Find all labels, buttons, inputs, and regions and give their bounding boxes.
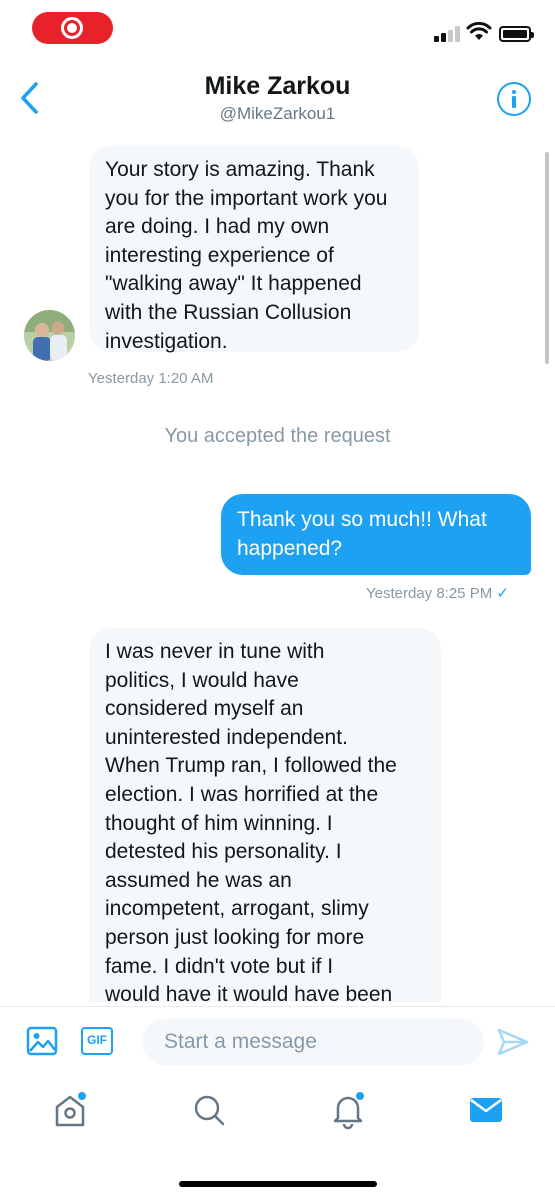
incoming-message-bubble[interactable]: I was never in tune with politics, I wou… xyxy=(89,628,441,1002)
message-composer: GIF xyxy=(0,1006,555,1076)
message-timestamp: Yesterday 1:20 AM xyxy=(88,370,214,387)
message-line: interesting experience of xyxy=(105,243,334,267)
notification-dot xyxy=(78,1092,86,1100)
message-line: I was never in tune with xyxy=(105,640,325,663)
message-line: "walking away" It happened xyxy=(105,272,362,296)
screen-recording-indicator[interactable] xyxy=(32,12,113,44)
check-icon: ✓ xyxy=(496,585,509,602)
message-line: assumed he was an xyxy=(105,868,292,892)
message-line: uninterested independent. xyxy=(105,725,348,749)
avatar[interactable] xyxy=(24,310,75,361)
wifi-icon xyxy=(466,22,492,40)
status-bar xyxy=(0,0,555,62)
gif-button[interactable]: GIF xyxy=(81,1027,113,1055)
info-icon[interactable] xyxy=(497,82,531,116)
message-line: detested his personality. I xyxy=(105,840,342,864)
request-accepted-notice: You accepted the request xyxy=(164,425,391,447)
message-line: incompetent, arrogant, slimy xyxy=(105,897,369,921)
message-timestamp-row: Yesterday 8:25 PM ✓ xyxy=(366,584,509,602)
contact-name[interactable]: Mike Zarkou xyxy=(0,72,555,101)
message-line: with the Russian Collusion xyxy=(105,300,352,324)
message-line: When Trump ran, I followed the xyxy=(105,754,397,778)
incoming-message-bubble[interactable]: Your story is amazing. Thank you for the… xyxy=(89,146,419,353)
message-line: Thank you so much!! What xyxy=(237,508,487,531)
message-timestamp: Yesterday 8:25 PM xyxy=(366,585,493,602)
message-line: Your story is amazing. Thank xyxy=(105,158,375,181)
message-line: investigation. xyxy=(105,329,228,353)
message-line: considered myself an xyxy=(105,697,304,721)
message-line: you for the important work you xyxy=(105,186,388,210)
cellular-signal-icon xyxy=(434,24,464,42)
home-indicator[interactable] xyxy=(179,1181,377,1187)
message-line: politics, I would have xyxy=(105,668,299,692)
image-icon[interactable] xyxy=(26,1026,58,1056)
record-dot xyxy=(67,23,77,33)
message-line: person just looking for more xyxy=(105,925,365,949)
search-icon[interactable] xyxy=(189,1090,229,1130)
send-icon[interactable] xyxy=(497,1027,529,1057)
message-line: would have it would have been xyxy=(105,983,393,1002)
mail-icon[interactable] xyxy=(466,1090,506,1130)
message-line: election. I was horrified at the xyxy=(105,782,379,806)
scrollbar[interactable] xyxy=(545,152,549,364)
message-input[interactable] xyxy=(142,1019,484,1065)
battery-icon xyxy=(499,26,534,42)
message-line: fame. I didn't vote but if I xyxy=(105,954,334,978)
message-line: happened? xyxy=(237,536,343,560)
outgoing-message-bubble[interactable]: Thank you so much!! What happened? xyxy=(221,494,531,575)
notification-dot xyxy=(356,1092,364,1100)
message-line: are doing. I had my own xyxy=(105,215,330,239)
message-list[interactable]: Your story is amazing. Thank you for the… xyxy=(0,140,555,1002)
message-line: thought of him winning. I xyxy=(105,811,333,835)
conversation-header: Mike Zarkou @MikeZarkou1 xyxy=(0,62,555,138)
contact-handle: @MikeZarkou1 xyxy=(219,104,336,123)
